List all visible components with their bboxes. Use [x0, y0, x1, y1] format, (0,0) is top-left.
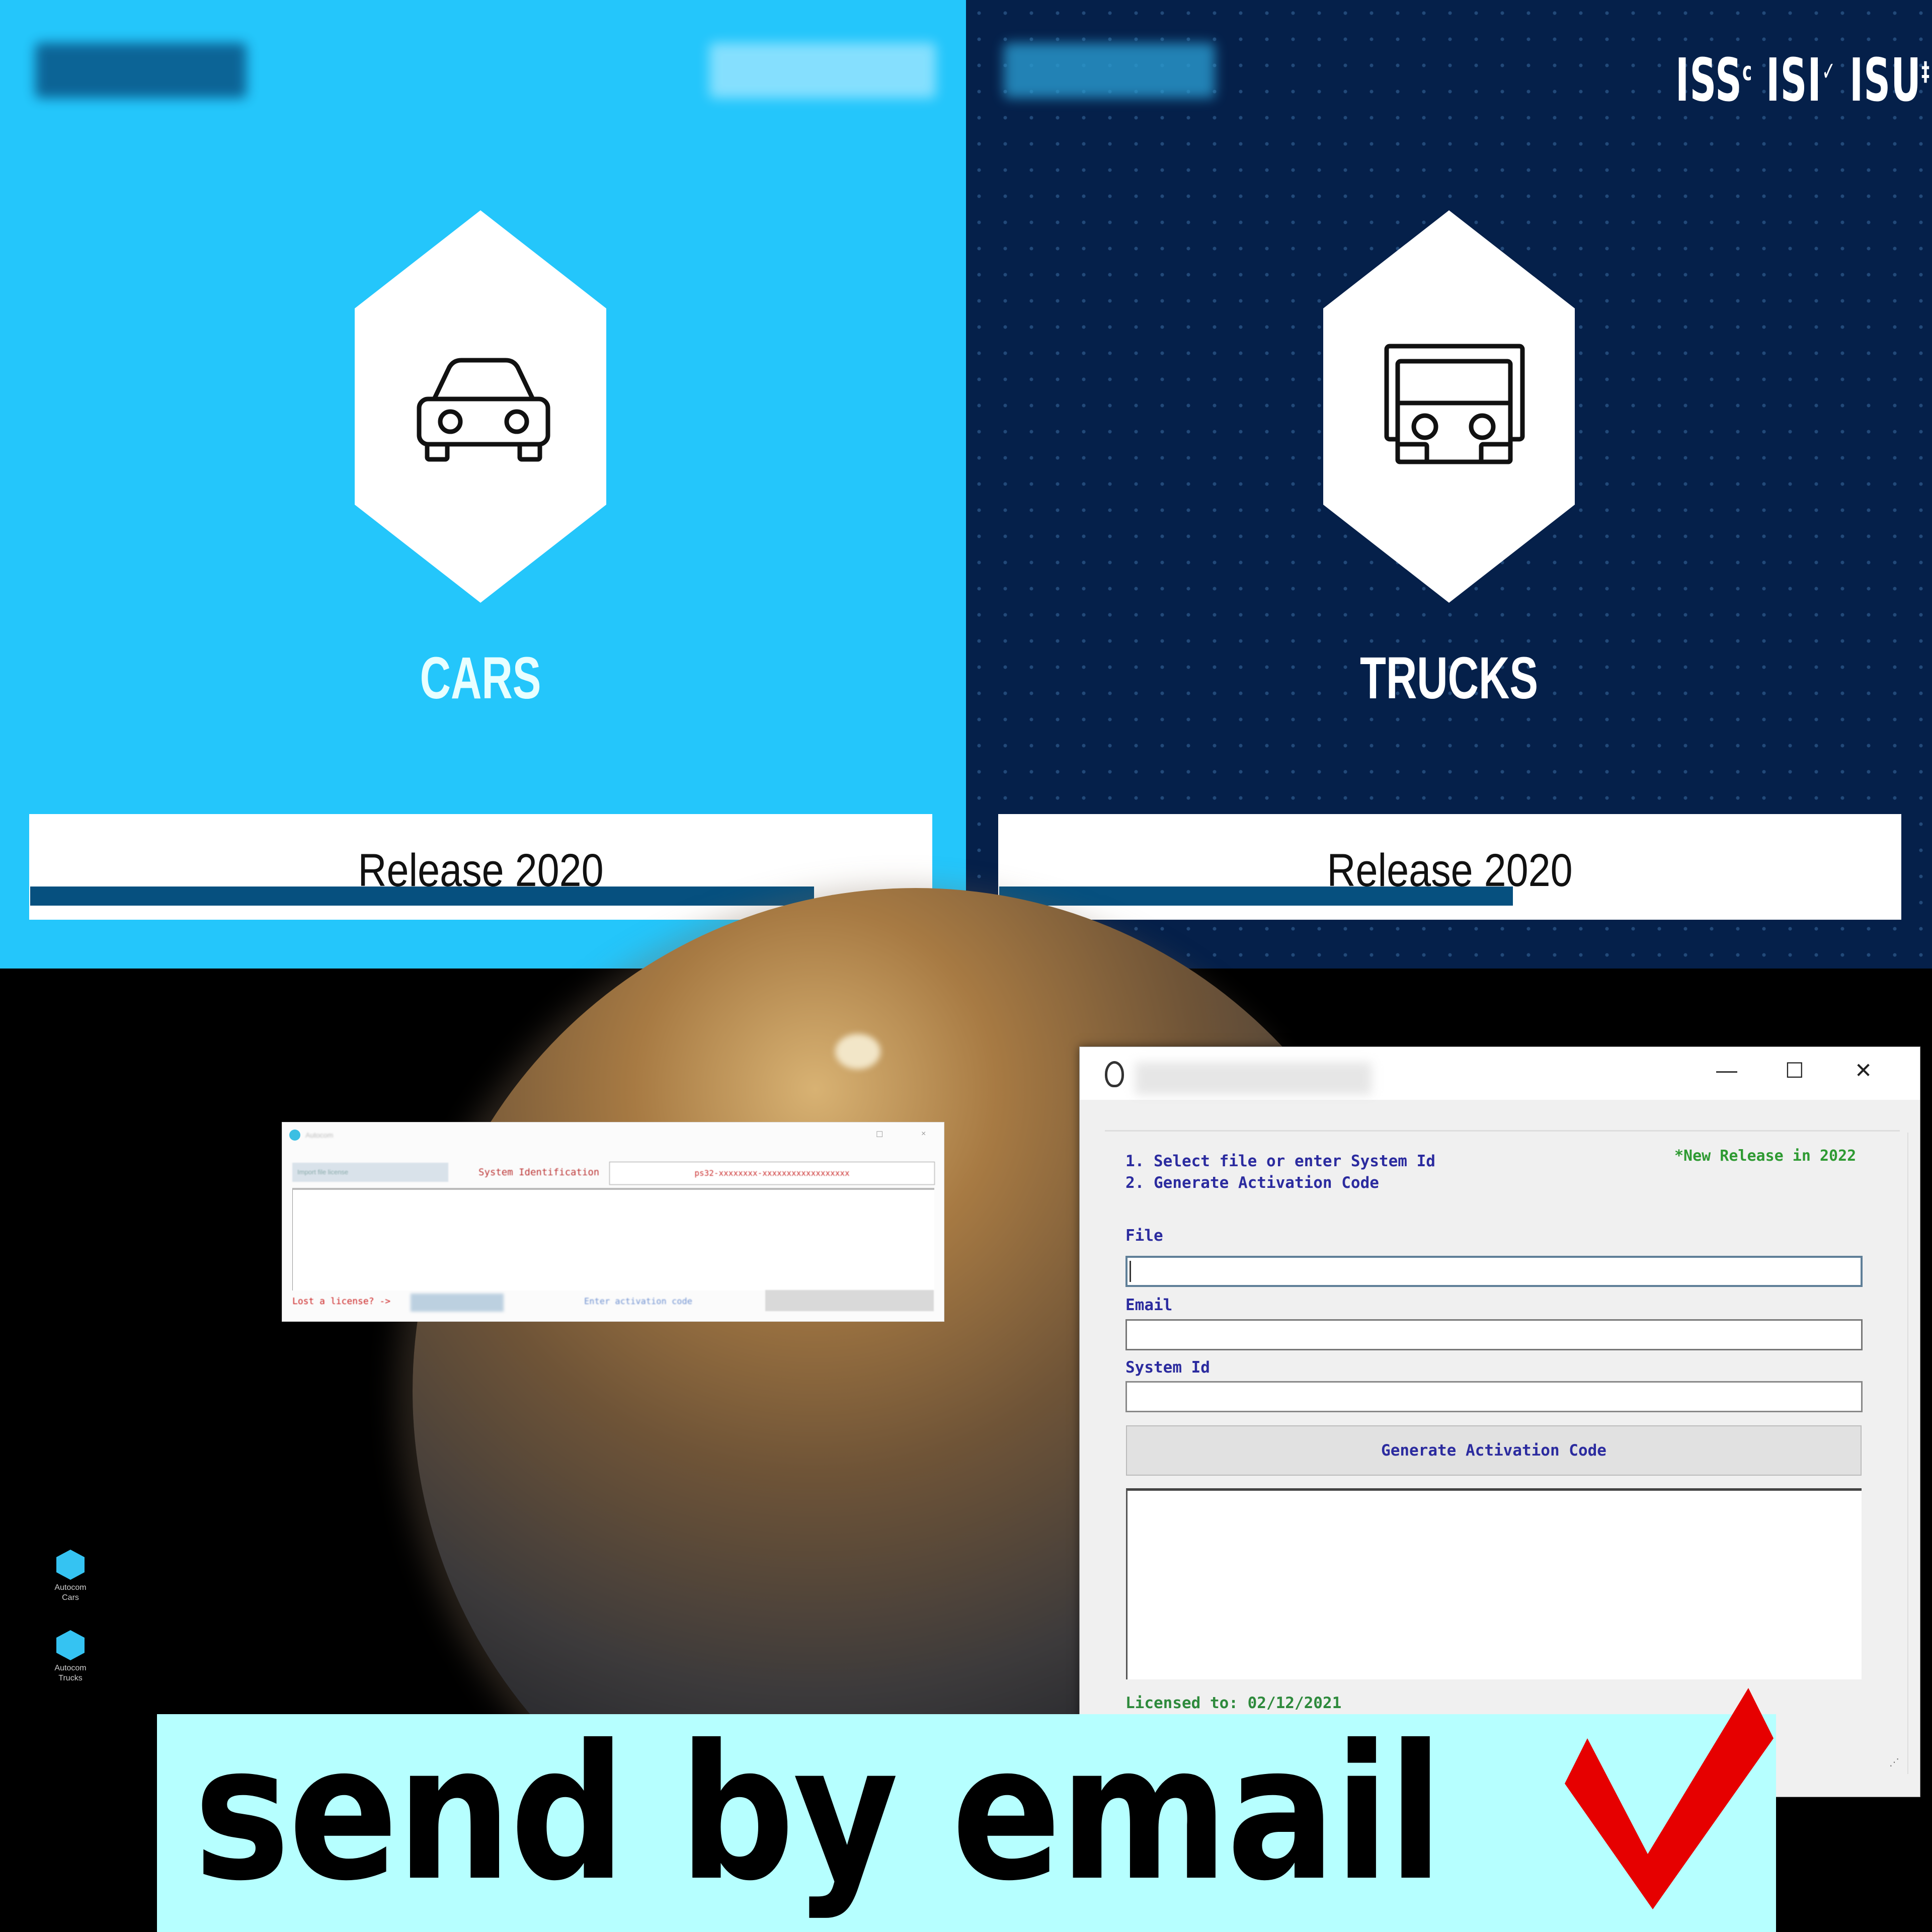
redacted-email [411, 1294, 504, 1312]
activation-code-output[interactable] [1126, 1488, 1862, 1679]
autocom-app-icon [56, 1550, 85, 1580]
small-window-titlebar: Autocom ☐ × [282, 1122, 944, 1148]
promo-banner-text: send by email [194, 1706, 1443, 1922]
cars-label: CARS [420, 645, 541, 711]
email-label: Email [1125, 1296, 1173, 1314]
file-label: File [1125, 1227, 1163, 1245]
small-window-output-area[interactable] [292, 1188, 934, 1291]
standard-isi-mark: ✓ [1821, 56, 1836, 87]
truck-icon [1384, 344, 1525, 464]
file-input[interactable] [1125, 1256, 1863, 1287]
check-mark-shape [1565, 1688, 1774, 1909]
trucks-progress-bar [999, 887, 1900, 906]
red-check-icon [1565, 1688, 1774, 1909]
system-id-input[interactable] [1125, 1381, 1863, 1412]
desktop-icon-label: Autocom Trucks [54, 1664, 87, 1682]
email-input[interactable] [1125, 1319, 1863, 1350]
autocom-app-icon [56, 1630, 85, 1660]
trucks-progress-fill [999, 887, 1513, 906]
desktop-icon-autocom-trucks[interactable]: Autocom Trucks [45, 1630, 96, 1683]
main-window-titlebar: — ☐ ✕ [1080, 1047, 1920, 1100]
trucks-brand-logo [1004, 43, 1215, 98]
desktop-icon-label: Autocom Cars [54, 1583, 87, 1602]
autocom-activation-window: Autocom ☐ × Import file license System I… [282, 1122, 944, 1322]
standard-isi: ISI [1766, 45, 1822, 115]
resize-grip-icon[interactable]: ⋰ [1889, 1756, 1899, 1768]
maximize-icon[interactable]: ☐ [876, 1130, 883, 1140]
import-license-button[interactable]: Import file license [292, 1163, 448, 1182]
new-release-notice: *New Release in 2022 [1674, 1147, 1857, 1165]
lost-license-label: Lost a license? -> [292, 1296, 391, 1307]
planet-highlight [835, 1034, 880, 1069]
autocom-logo-icon [289, 1130, 300, 1141]
small-window-title: Autocom [305, 1131, 334, 1139]
instruction-step-1: 1. Select file or enter System Id [1125, 1152, 1435, 1170]
text-caret [1130, 1261, 1131, 1282]
system-identification-label: System Identification [478, 1167, 600, 1178]
trucks-standards-logos: ISSc ISI✓ ISU‡ [1675, 45, 1930, 115]
standard-isu-mark: ‡ [1921, 56, 1930, 87]
generate-activation-code-button[interactable]: Generate Activation Code [1126, 1425, 1862, 1476]
close-button[interactable]: ✕ [1855, 1058, 1872, 1083]
standard-iss: ISS [1675, 45, 1743, 115]
cars-brand-logo [35, 43, 247, 98]
car-icon [417, 358, 550, 462]
system-id-label: System Id [1125, 1358, 1210, 1377]
enter-activation-code-link[interactable]: Enter activation code [584, 1297, 692, 1307]
instruction-step-2: 2. Generate Activation Code [1125, 1174, 1379, 1192]
trucks-release-box: Release 2020 [998, 814, 1901, 920]
redacted-window-title [1135, 1062, 1372, 1095]
system-identification-field[interactable]: ps32-xxxxxxxx-xxxxxxxxxxxxxxxxxx [609, 1162, 935, 1185]
standard-iss-mark: c [1742, 56, 1753, 87]
cars-progress-fill [30, 887, 815, 906]
desktop-icon-autocom-cars[interactable]: Autocom Cars [45, 1550, 96, 1603]
minimize-button[interactable]: — [1716, 1058, 1737, 1082]
trucks-label: TRUCKS [1360, 645, 1538, 711]
standard-isu: ISU [1849, 45, 1921, 115]
close-icon[interactable]: × [921, 1130, 926, 1139]
activate-button[interactable] [765, 1290, 934, 1311]
titlebar-divider [1105, 1130, 1900, 1132]
maximize-button[interactable]: ☐ [1785, 1058, 1804, 1083]
cars-standards-logos [709, 43, 936, 98]
app-logo-icon [1105, 1061, 1124, 1087]
